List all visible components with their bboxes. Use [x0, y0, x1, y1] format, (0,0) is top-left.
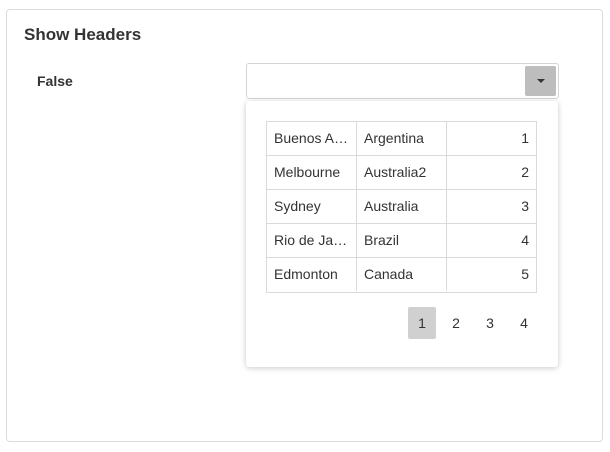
dropdown-popup: Buenos Aires Argentina 1 Melbourne Austr…: [246, 101, 558, 367]
panel-title: Show Headers: [24, 25, 142, 44]
city-cell: Rio de Janeiro: [267, 224, 357, 257]
caret-down-icon: [537, 79, 545, 83]
country-cell: Australia2: [357, 156, 447, 189]
city-cell: Edmonton: [267, 258, 357, 291]
country-cell: Canada: [357, 258, 447, 291]
city-cell: Sydney: [267, 190, 357, 223]
dropdown-grid: Buenos Aires Argentina 1 Melbourne Austr…: [266, 121, 537, 293]
id-cell: 2: [521, 164, 529, 180]
country-cell: Brazil: [357, 224, 447, 257]
id-cell: 3: [521, 198, 529, 214]
city-cell: Buenos Aires: [267, 122, 357, 155]
table-row[interactable]: Rio de Janeiro Brazil 4: [267, 224, 536, 258]
page-button-4[interactable]: 4: [510, 307, 538, 339]
page-button-3[interactable]: 3: [476, 307, 504, 339]
page-button-2[interactable]: 2: [442, 307, 470, 339]
id-cell: 4: [521, 232, 529, 248]
field-label: False: [37, 73, 73, 89]
pager: 1 2 3 4: [408, 307, 538, 339]
table-row[interactable]: Buenos Aires Argentina 1: [267, 122, 536, 156]
id-cell: 5: [521, 266, 529, 282]
table-row[interactable]: Sydney Australia 3: [267, 190, 536, 224]
table-row[interactable]: Edmonton Canada 5: [267, 258, 536, 292]
country-cell: Australia: [357, 190, 447, 223]
table-row[interactable]: Melbourne Australia2 2: [267, 156, 536, 190]
id-cell: 1: [521, 130, 529, 146]
city-cell: Melbourne: [267, 156, 357, 189]
dropdown-toggle-button[interactable]: [525, 66, 556, 96]
country-cell: Argentina: [357, 122, 447, 155]
multi-column-combo[interactable]: [246, 63, 559, 99]
page-button-1[interactable]: 1: [408, 307, 436, 339]
